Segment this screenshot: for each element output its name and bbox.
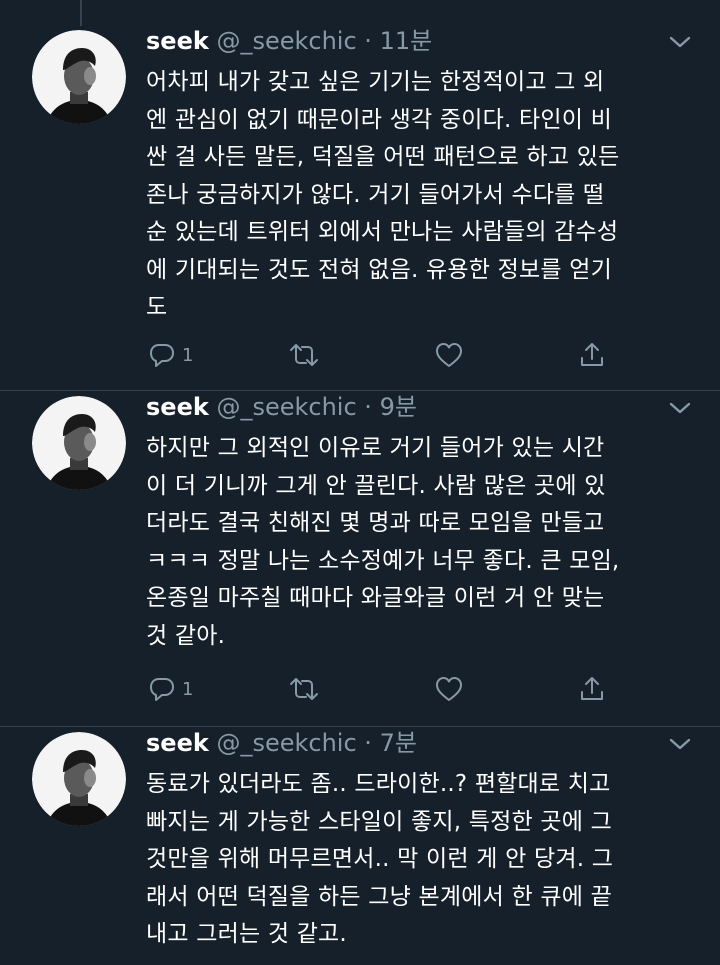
user-handle[interactable]: @_seekchic [216, 27, 356, 55]
tweet-actions: 1 [146, 674, 626, 704]
like-button[interactable] [434, 340, 464, 370]
retweet-icon [288, 341, 320, 369]
reply-icon [148, 675, 176, 703]
share-icon [578, 341, 606, 369]
avatar-image [32, 396, 126, 490]
heart-icon [434, 341, 464, 369]
reply-count: 1 [182, 344, 194, 366]
tweet-text: 어차피 내가 갖고 싶은 기기는 한정적이고 그 외 엔 관심이 없기 때문이라… [146, 69, 620, 320]
chevron-down-icon[interactable] [668, 400, 692, 416]
share-icon [578, 675, 606, 703]
tweet-header: seek @_seekchic · 7분 [146, 728, 417, 758]
retweet-button[interactable] [288, 674, 320, 704]
avatar-image [32, 732, 126, 826]
reply-icon [148, 341, 176, 369]
avatar[interactable] [32, 732, 126, 826]
tweet-2[interactable]: seek @_seekchic · 9분 하지만 그 외적인 이유로 거기 들어… [0, 392, 720, 726]
tweet-1[interactable]: seek @_seekchic · 11분 어차피 내가 갖고 싶은 기기는 한… [0, 26, 720, 388]
reply-button[interactable]: 1 [148, 340, 193, 370]
tweet-3[interactable]: seek @_seekchic · 7분 동료가 있더라도 좀.. 드라이한..… [0, 728, 720, 965]
retweet-icon [288, 675, 320, 703]
share-button[interactable] [578, 340, 606, 370]
tweet-divider [0, 726, 720, 727]
chevron-down-icon[interactable] [668, 34, 692, 50]
retweet-button[interactable] [288, 340, 320, 370]
tweet-actions: 1 [146, 340, 626, 370]
user-handle[interactable]: @_seekchic [216, 393, 356, 421]
avatar[interactable] [32, 30, 126, 124]
chevron-down-icon[interactable] [668, 736, 692, 752]
timestamp[interactable]: 7분 [380, 729, 417, 757]
like-button[interactable] [434, 674, 464, 704]
user-handle[interactable]: @_seekchic [216, 729, 356, 757]
share-button[interactable] [578, 674, 606, 704]
timestamp[interactable]: 9분 [380, 393, 417, 421]
heart-icon [434, 675, 464, 703]
tweet-text: 동료가 있더라도 좀.. 드라이한..? 편할대로 치고 빠지는 게 가능한 스… [146, 771, 614, 947]
timestamp[interactable]: 11분 [380, 27, 433, 55]
tweet-header: seek @_seekchic · 11분 [146, 26, 432, 56]
avatar-image [32, 30, 126, 124]
display-name[interactable]: seek [146, 27, 209, 55]
tweet-divider [0, 390, 720, 391]
display-name[interactable]: seek [146, 393, 209, 421]
thread-connector-line [80, 0, 82, 26]
tweet-header: seek @_seekchic · 9분 [146, 392, 417, 422]
separator-dot: · [364, 393, 372, 421]
reply-count: 1 [182, 678, 194, 700]
reply-button[interactable]: 1 [148, 674, 193, 704]
tweet-text: 하지만 그 외적인 이유로 거기 들어가 있는 시간 이 더 기니까 그게 안 … [146, 435, 620, 649]
avatar[interactable] [32, 396, 126, 490]
separator-dot: · [364, 729, 372, 757]
separator-dot: · [364, 27, 372, 55]
display-name[interactable]: seek [146, 729, 209, 757]
